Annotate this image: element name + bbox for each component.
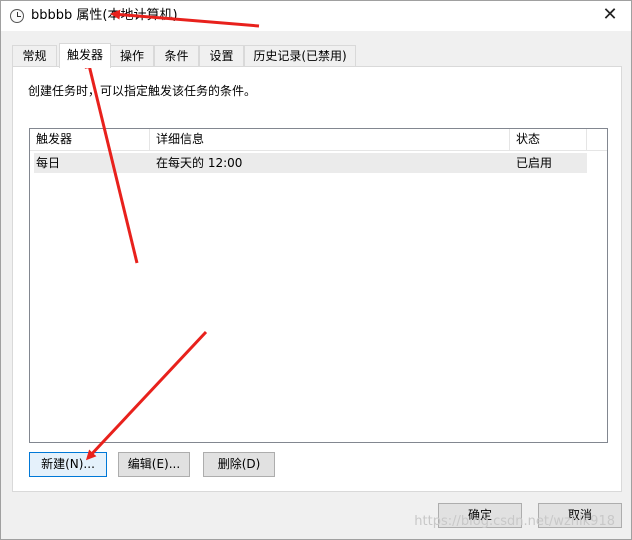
trigger-list-header: 触发器 详细信息 状态 — [30, 129, 607, 151]
trigger-list[interactable]: 触发器 详细信息 状态 每日 在每天的 12:00 已启用 — [29, 128, 608, 443]
tab-strip: 常规 触发器 操作 条件 设置 历史记录(已禁用) — [12, 43, 622, 68]
task-properties-dialog: bbbbb 属性(本地计算机) ✕ 常规 触发器 操作 条件 设置 历史记录(已… — [0, 0, 632, 540]
tab-triggers[interactable]: 触发器 — [59, 43, 111, 68]
column-header-trigger[interactable]: 触发器 — [30, 129, 150, 150]
new-trigger-button[interactable]: 新建(N)... — [29, 452, 107, 477]
status-cell: 已启用 — [516, 156, 553, 170]
trigger-cell: 每日 — [36, 156, 61, 170]
column-header-details[interactable]: 详细信息 — [150, 129, 510, 150]
details-cell: 在每天的 12:00 — [156, 156, 243, 170]
window-title: bbbbb 属性(本地计算机) — [31, 8, 178, 23]
tab-general[interactable]: 常规 — [12, 45, 57, 67]
panel-description: 创建任务时，可以指定触发该任务的条件。 — [28, 84, 257, 98]
tab-actions[interactable]: 操作 — [110, 45, 154, 67]
tab-settings[interactable]: 设置 — [199, 45, 244, 67]
trigger-row[interactable]: 每日 在每天的 12:00 已启用 — [34, 153, 587, 173]
close-button[interactable]: ✕ — [595, 1, 625, 31]
watermark: https://blog.csdn.net/wzhlk918 — [414, 514, 615, 529]
delete-trigger-button[interactable]: 删除(D) — [203, 452, 275, 477]
column-header-status[interactable]: 状态 — [510, 129, 587, 150]
edit-trigger-button[interactable]: 编辑(E)... — [118, 452, 190, 477]
triggers-panel: 创建任务时，可以指定触发该任务的条件。 触发器 详细信息 状态 每日 在每天的 … — [12, 66, 622, 492]
tab-history[interactable]: 历史记录(已禁用) — [244, 45, 356, 67]
clock-icon — [10, 9, 24, 23]
tab-conditions[interactable]: 条件 — [154, 45, 199, 67]
title-bar[interactable]: bbbbb 属性(本地计算机) ✕ — [1, 1, 631, 31]
